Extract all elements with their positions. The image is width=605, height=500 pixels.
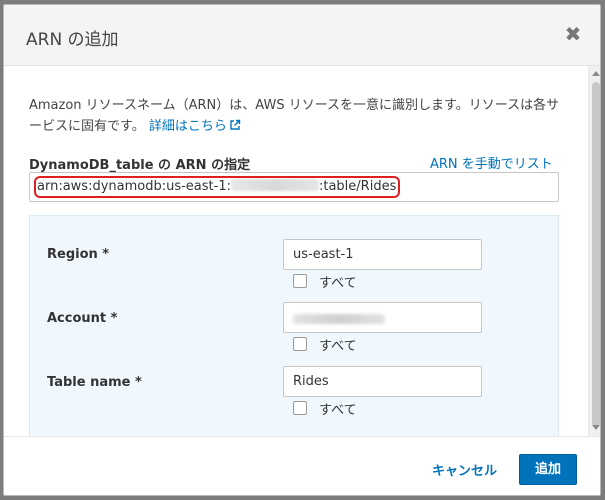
arn-field-label: DynamoDB_table の ARN の指定: [29, 158, 251, 173]
scroll-down-icon[interactable]: [592, 425, 600, 430]
dialog-body: Amazon リソースネーム（ARN）は、AWS リソースを一意に識別します。リ…: [4, 66, 588, 436]
region-all-label: すべて: [319, 276, 357, 291]
region-input[interactable]: us-east-1: [283, 239, 482, 270]
cancel-button[interactable]: キャンセル: [432, 460, 497, 479]
add-button[interactable]: 追加: [519, 454, 577, 485]
description: Amazon リソースネーム（ARN）は、AWS リソースを一意に識別します。リ…: [29, 95, 569, 137]
dialog-footer: キャンセル 追加: [4, 436, 600, 495]
table-all-label: すべて: [319, 403, 357, 418]
dialog-header: ARN の追加 ✖: [4, 5, 600, 66]
close-icon[interactable]: ✖: [564, 24, 582, 44]
account-all-checkbox[interactable]: [293, 337, 307, 351]
table-all-checkbox[interactable]: [293, 401, 307, 415]
region-value: us-east-1: [293, 247, 354, 262]
annotation-highlight: [34, 176, 400, 198]
external-link-icon: [230, 119, 241, 130]
table-name-value: Rides: [293, 374, 329, 389]
arn-parts-panel: Region * us-east-1 すべて Account * すべて Tab…: [29, 215, 559, 436]
account-input[interactable]: [283, 302, 482, 333]
redacted-account-value: [293, 314, 385, 324]
arn-input[interactable]: arn:aws:dynamodb:us-east-1::table/Rides: [29, 172, 559, 202]
table-name-input[interactable]: Rides: [283, 366, 482, 397]
learn-more-link[interactable]: 詳細はこちら: [149, 119, 241, 134]
account-all-label: すべて: [319, 339, 357, 354]
dialog-scrollbar[interactable]: [588, 66, 600, 436]
description-text: Amazon リソースネーム（ARN）は、AWS リソースを一意に識別します。リ…: [29, 98, 560, 134]
scroll-thumb[interactable]: [592, 82, 600, 427]
account-label: Account *: [47, 311, 118, 326]
scroll-up-icon[interactable]: [592, 71, 600, 76]
region-all-checkbox[interactable]: [293, 274, 307, 288]
dialog-title: ARN の追加: [26, 30, 119, 50]
add-arn-dialog: ARN の追加 ✖ Amazon リソースネーム（ARN）は、AWS リソースを…: [3, 4, 601, 496]
table-name-label: Table name *: [47, 375, 142, 390]
region-label: Region *: [47, 247, 110, 262]
list-arn-manually-link[interactable]: ARN を手動でリスト: [430, 153, 553, 172]
